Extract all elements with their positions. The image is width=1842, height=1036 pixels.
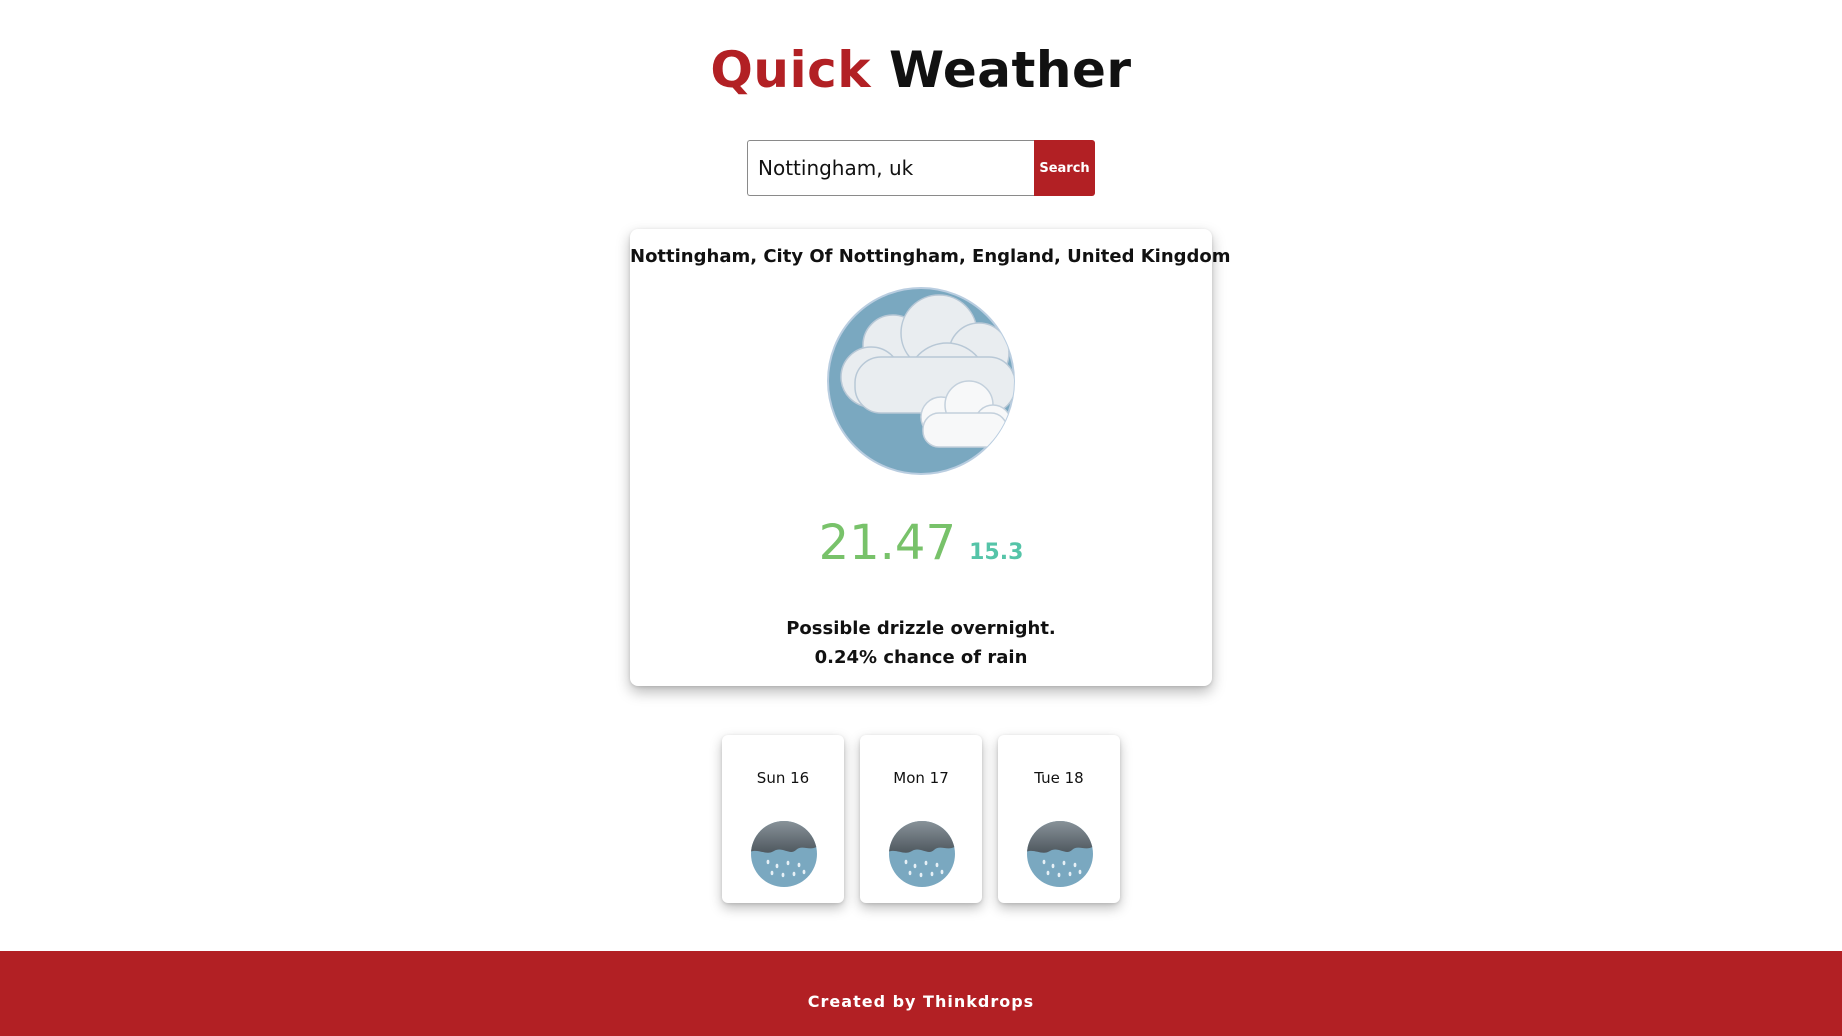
forecast-day-label: Mon 17 <box>893 769 949 787</box>
app-title-rest: Weather <box>888 41 1132 99</box>
location-name: Nottingham, City Of Nottingham, England,… <box>630 246 1231 267</box>
forecast-day-card[interactable]: Tue 18 <box>998 735 1120 903</box>
footer-credit: Created by Thinkdrops <box>807 992 1035 1011</box>
current-weather-card: Nottingham, City Of Nottingham, England,… <box>630 229 1231 686</box>
temperature-block: 21.47 15.3 <box>630 515 1212 571</box>
weather-summary: Possible drizzle overnight. 0.24% chance… <box>630 614 1212 672</box>
footer: Created by Thinkdrops <box>0 951 1842 1036</box>
forecast-day-label: Tue 18 <box>1034 769 1084 787</box>
rain-icon <box>1026 820 1094 888</box>
forecast-day-card[interactable]: Sun 16 <box>722 735 844 903</box>
search-button[interactable]: Search <box>1034 140 1095 196</box>
forecast-day-card[interactable]: Mon 17 <box>860 735 982 903</box>
temperature-value: 21.47 <box>818 515 957 571</box>
rain-chance-text: 0.24% chance of rain <box>814 647 1028 668</box>
rain-icon <box>888 820 956 888</box>
forecast-day-label: Sun 16 <box>756 769 810 787</box>
app-title-accent: Quick <box>710 41 872 99</box>
app-title: Quick Weather <box>0 38 1842 102</box>
search-bar: Search <box>747 140 1095 196</box>
search-input[interactable] <box>747 140 1034 196</box>
partly-cloudy-icon <box>827 287 1015 475</box>
page: Quick Weather Search Nottingham, City Of… <box>0 0 1842 1036</box>
feels-like-value: 15.3 <box>969 540 1024 565</box>
forecast-list: Sun 16 Mon 17 Tue 18 <box>722 735 1122 903</box>
rain-icon <box>750 820 818 888</box>
summary-text: Possible drizzle overnight. <box>786 618 1056 639</box>
